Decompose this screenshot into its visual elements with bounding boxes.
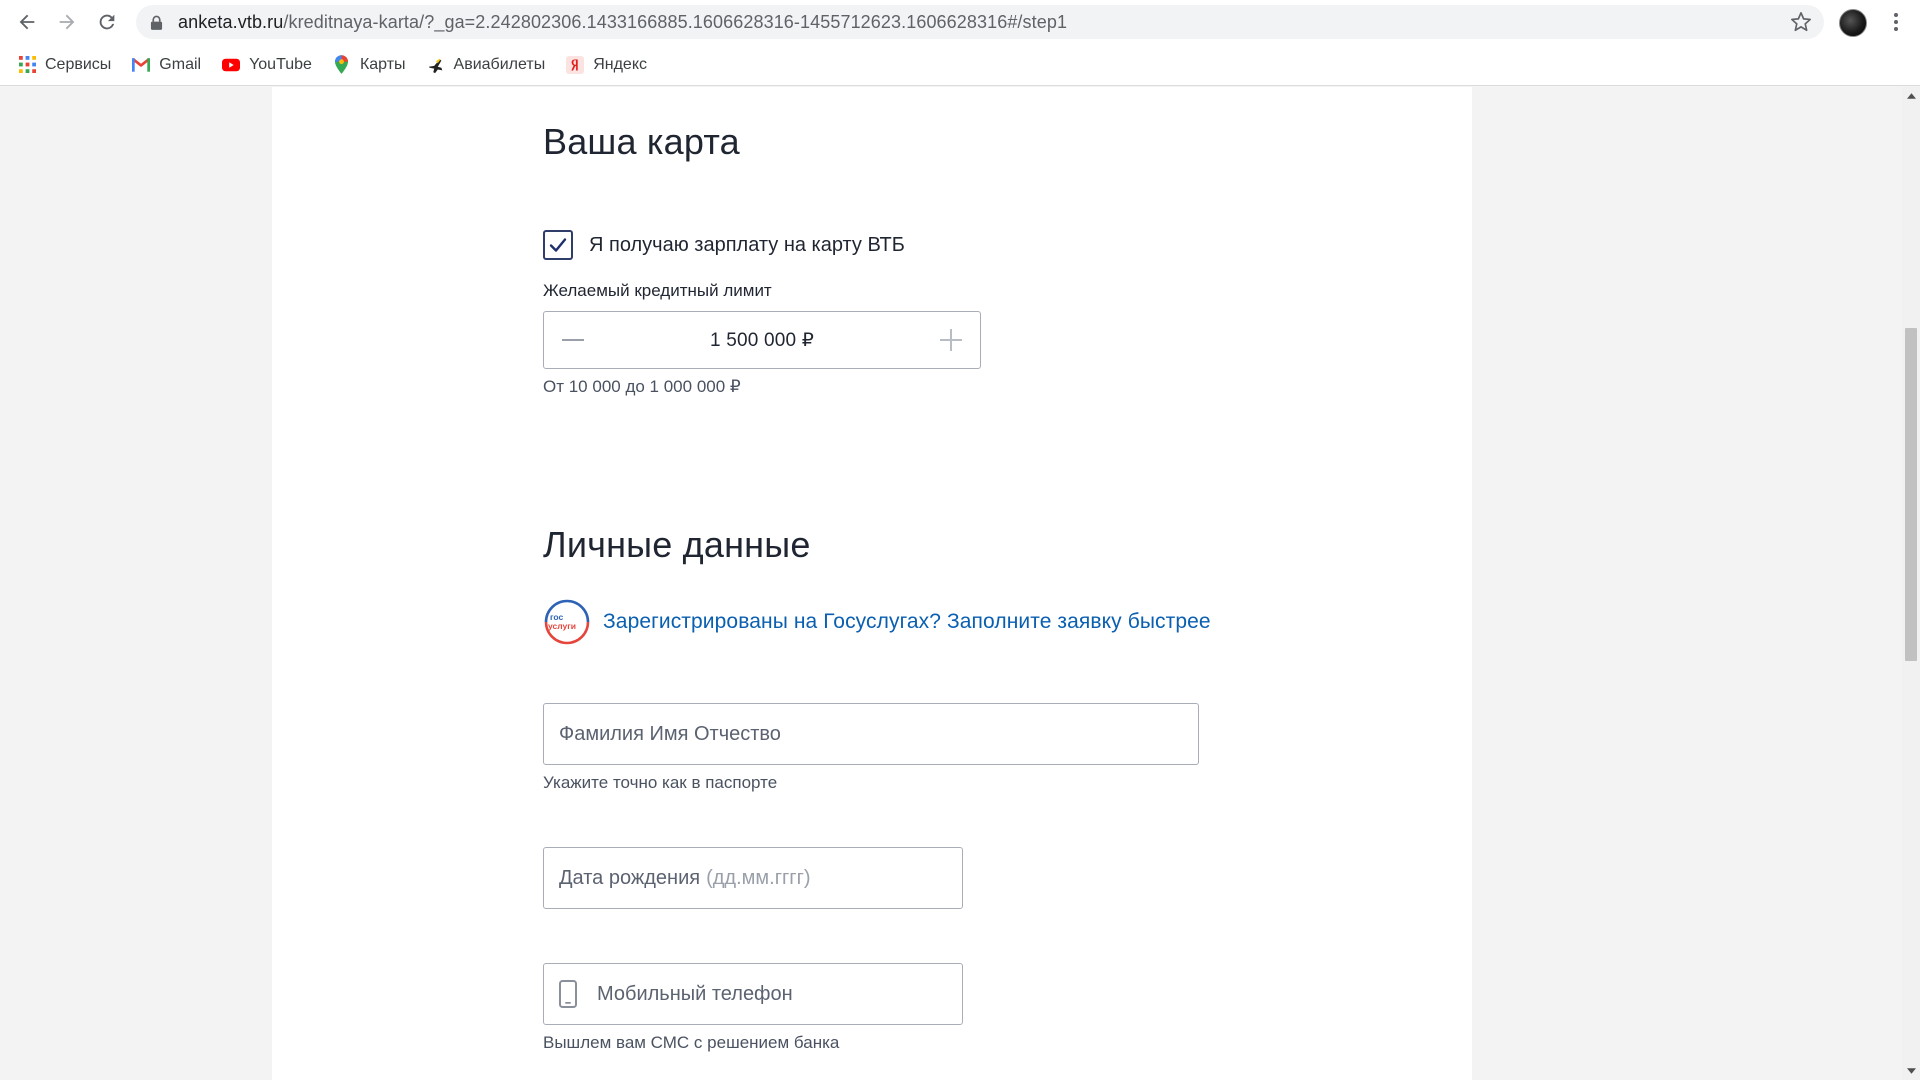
- gosuslugi-link-row[interactable]: гос услуги Зарегистрированы на Госуслуга…: [543, 598, 1211, 646]
- birth-date-format-hint: (дд.мм.гггг): [706, 866, 811, 889]
- gosuslugi-logo-icon: гос услуги: [544, 599, 590, 645]
- maps-pin-icon: [333, 55, 351, 74]
- gmail-icon: [132, 56, 151, 74]
- gos-logo-text-2: услуги: [548, 621, 576, 631]
- salary-checkbox-label: Я получаю зарплату на карту ВТБ: [589, 233, 905, 256]
- bookmark-label: Gmail: [159, 55, 202, 73]
- scroll-up-arrow-icon[interactable]: [1902, 87, 1920, 105]
- bookmark-gmail[interactable]: Gmail: [132, 50, 201, 80]
- bookmark-label: YouTube: [249, 55, 312, 73]
- bookmark-label: Яндекс: [593, 55, 647, 73]
- bookmark-youtube[interactable]: YouTube: [222, 50, 312, 80]
- yandex-icon: [566, 55, 585, 74]
- apps-grid-icon: [18, 56, 36, 74]
- url-text: anketa.vtb.ru/kreditnaya-karta/?_ga=2.24…: [178, 12, 1067, 33]
- browser-menu-icon[interactable]: [1883, 9, 1909, 35]
- arrow-right-icon: [59, 14, 75, 30]
- form-card: Ваша карта Я получаю зарплату на карту В…: [272, 87, 1472, 1080]
- credit-limit-hint: От 10 000 до 1 000 000 ₽: [543, 377, 741, 396]
- birth-date-placeholder: Дата рождения: [559, 866, 701, 889]
- salary-checkbox[interactable]: [543, 230, 573, 260]
- check-icon: [549, 238, 567, 252]
- lock-icon: [150, 14, 164, 30]
- decrement-button[interactable]: [544, 312, 602, 368]
- full-name-placeholder: Фамилия Имя Отчество: [559, 722, 781, 745]
- scrollbar-thumb[interactable]: [1905, 328, 1917, 661]
- bookmark-label: Сервисы: [45, 55, 112, 73]
- url-path: /kreditnaya-karta/?_ga=2.242802306.14331…: [283, 11, 1068, 32]
- credit-limit-value[interactable]: 1 500 000 ₽: [602, 329, 922, 352]
- reload-icon: [99, 14, 115, 30]
- page-scrollbar[interactable]: [1902, 87, 1920, 1080]
- bookmarks-bar: Сервисы Gmail YouTube Карты Авиабилеты Я…: [0, 44, 1920, 86]
- section-title-card: Ваша карта: [543, 121, 740, 162]
- back-button[interactable]: [7, 2, 47, 42]
- increment-button[interactable]: [922, 312, 980, 368]
- credit-limit-label: Желаемый кредитный лимит: [543, 281, 772, 300]
- youtube-icon: [222, 56, 241, 74]
- bookmark-maps[interactable]: Карты: [333, 50, 406, 80]
- full-name-input[interactable]: Фамилия Имя Отчество: [543, 703, 1199, 765]
- scroll-down-arrow-icon[interactable]: [1902, 1062, 1920, 1080]
- section-title-personal: Личные данные: [543, 524, 811, 565]
- bookmark-label: Карты: [359, 55, 406, 73]
- credit-limit-stepper: 1 500 000 ₽: [543, 311, 981, 369]
- birth-date-input[interactable]: Дата рождения (дд.мм.гггг): [543, 847, 963, 909]
- mobile-phone-icon: [559, 979, 581, 1009]
- salary-checkbox-row[interactable]: Я получаю зарплату на карту ВТБ: [543, 230, 905, 260]
- url-host: anketa.vtb.ru: [178, 11, 284, 32]
- bookmark-label: Авиабилеты: [453, 55, 546, 73]
- minus-icon: [562, 339, 584, 341]
- reload-button[interactable]: [87, 2, 127, 42]
- bookmark-services[interactable]: Сервисы: [18, 50, 111, 80]
- phone-hint: Вышлем вам СМС с решением банка: [543, 1033, 840, 1052]
- arrow-left-icon: [19, 14, 35, 30]
- bookmark-star-icon[interactable]: [1790, 11, 1812, 33]
- full-name-hint: Укажите точно как в паспорте: [543, 773, 778, 792]
- bookmark-yandex[interactable]: Яндекс: [566, 50, 647, 80]
- phone-placeholder: Мобильный телефон: [597, 982, 793, 1005]
- page-viewport: Ваша карта Я получаю зарплату на карту В…: [0, 87, 1902, 1080]
- gosuslugi-link[interactable]: Зарегистрированы на Госуслугах? Заполнит…: [603, 610, 1211, 634]
- address-bar[interactable]: anketa.vtb.ru/kreditnaya-karta/?_ga=2.24…: [136, 5, 1824, 39]
- bookmark-aviatickets[interactable]: Авиабилеты: [427, 50, 546, 80]
- phone-input[interactable]: Мобильный телефон: [543, 963, 963, 1025]
- plane-icon: [427, 56, 445, 74]
- forward-button[interactable]: [47, 2, 87, 42]
- profile-avatar[interactable]: [1839, 9, 1867, 37]
- browser-toolbar: anketa.vtb.ru/kreditnaya-karta/?_ga=2.24…: [0, 0, 1920, 44]
- plus-icon: [940, 329, 962, 351]
